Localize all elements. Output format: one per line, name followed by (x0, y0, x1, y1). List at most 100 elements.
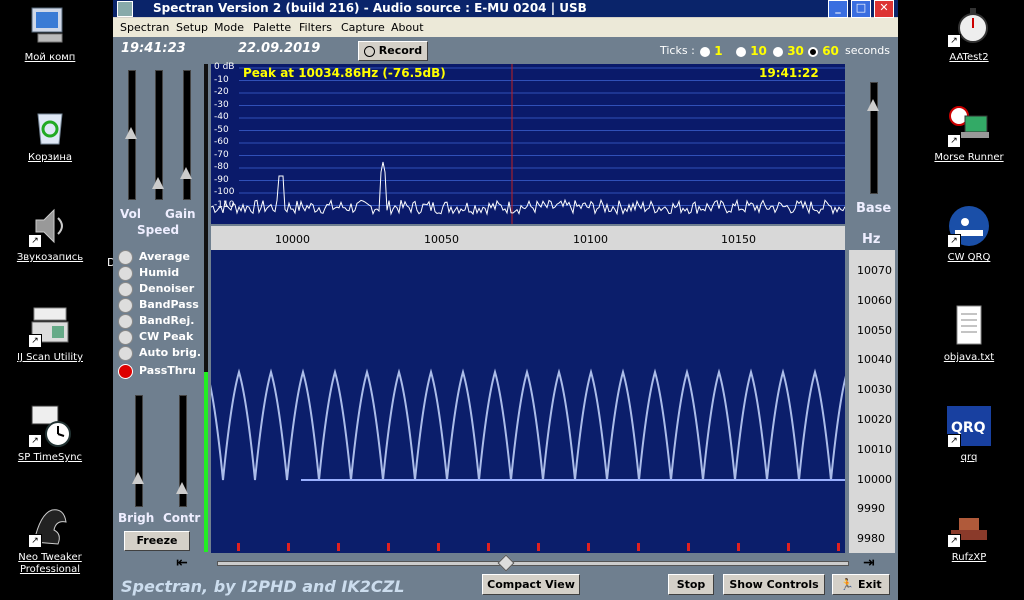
tick-option-1[interactable]: 1 (700, 44, 723, 58)
compact-view-button[interactable]: Compact View (482, 574, 580, 595)
contrast-label: Contr (163, 511, 201, 525)
window-title: Spectran Version 2 (build 216) - Audio s… (153, 1, 587, 15)
base-label: Base (856, 201, 892, 216)
option-average[interactable]: Average (118, 249, 190, 265)
gain-slider[interactable] (180, 70, 192, 200)
stopwatch-icon: ↗ (947, 4, 991, 48)
right-arrow-icon[interactable]: ⇥ (863, 555, 875, 571)
menu-about[interactable]: About (391, 18, 424, 37)
base-slider[interactable] (867, 82, 879, 194)
radio-selected-icon (118, 363, 133, 379)
desktop-icon-neo-tweaker[interactable]: ↗ Neo Tweaker Professional (2, 504, 98, 576)
waterfall-tick-label: 10050 (857, 323, 892, 337)
tick-option-30[interactable]: 30 (773, 44, 804, 58)
time-tick-mark (487, 543, 490, 551)
main-panel: 19:41:23 22.09.2019 Record Ticks : 1 10 … (113, 37, 898, 600)
waterfall-tick-label: 10060 (857, 293, 892, 307)
show-controls-button[interactable]: Show Controls (723, 574, 825, 595)
desktop-icon-label: Neo Tweaker Professional (18, 552, 82, 575)
brightness-slider[interactable] (132, 395, 144, 507)
slider-thumb[interactable] (132, 472, 144, 484)
shortcut-arrow-icon: ↗ (947, 134, 961, 148)
slider-thumb[interactable] (152, 177, 164, 189)
db-tick-label: -20 (214, 87, 229, 97)
menu-capture[interactable]: Capture (341, 18, 385, 37)
title-bar[interactable]: Spectran Version 2 (build 216) - Audio s… (113, 0, 898, 18)
slider-thumb[interactable] (176, 482, 188, 494)
spectrum-display[interactable]: 0 dB -10 -20 -30 -40 -50 -60 -70 -80 -90 -100 -110 … (210, 62, 846, 224)
desktop-icon-recycle-bin[interactable]: Корзина (2, 104, 98, 164)
tick-option-60[interactable]: 60 (808, 44, 839, 58)
option-humid[interactable]: Humid (118, 265, 179, 281)
radio-icon (118, 313, 133, 329)
frequency-scrollbar[interactable] (217, 554, 849, 572)
record-icon (363, 45, 375, 57)
tick-option-10[interactable]: 10 (736, 44, 767, 58)
left-arrow-icon[interactable]: ⇤ (176, 555, 188, 571)
desktop-icon-objava-txt[interactable]: objava.txt (921, 304, 1017, 364)
stop-button[interactable]: Stop (668, 574, 714, 595)
waterfall-tick-label: 10030 (857, 383, 892, 397)
option-cw-peak[interactable]: CW Peak (118, 329, 193, 345)
option-bandrej[interactable]: BandRej. (118, 313, 194, 329)
contrast-slider[interactable] (176, 395, 188, 507)
slider-thumb[interactable] (180, 167, 192, 179)
desktop-icon-ij-scan[interactable]: ↗ IJ Scan Utility (2, 304, 98, 364)
menu-palette[interactable]: Palette (253, 18, 291, 37)
db-tick-label: -110 (214, 199, 235, 210)
desktop-icon-label: qrq (960, 452, 978, 463)
menu-mode[interactable]: Mode (214, 18, 244, 37)
spectrum-graph (210, 64, 846, 224)
maximize-button[interactable]: □ (851, 0, 871, 18)
desktop-icon-label: IJ Scan Utility (17, 352, 83, 363)
scanner-icon: ↗ (28, 304, 72, 348)
slider-thumb[interactable] (125, 127, 137, 139)
time-tick-mark (337, 543, 340, 551)
time-tick-mark (387, 543, 390, 551)
shortcut-arrow-icon: ↗ (28, 234, 42, 248)
desktop-icon-morse-runner[interactable]: ↗ Morse Runner (921, 104, 1017, 164)
desktop-icon-rufzxp[interactable]: ↗ RufzXP (921, 504, 1017, 564)
vol-slider[interactable] (125, 70, 137, 200)
radio-icon (118, 297, 133, 313)
scrollbar-thumb[interactable] (497, 554, 515, 572)
waterfall-display[interactable] (211, 250, 845, 553)
waterfall-tick-label: 10040 (857, 353, 892, 367)
qrq-icon: QRQ ↗ (947, 404, 991, 448)
record-button[interactable]: Record (358, 41, 428, 61)
menu-setup[interactable]: Setup (176, 18, 208, 37)
waterfall-frequency-scale: 10070 10060 10050 10040 10030 10020 10010 10000… (849, 250, 895, 553)
frequency-axis: 10000 10050 10100 10150 (211, 226, 845, 250)
minimize-button[interactable]: _ (828, 0, 848, 18)
desktop-icon-cw-qrq[interactable]: ↗ CW QRQ (921, 204, 1017, 264)
speed-slider[interactable] (152, 70, 164, 200)
desktop-icon-sp-timesync[interactable]: ↗ SP TimeSync (2, 404, 98, 464)
shortcut-arrow-icon: ↗ (28, 334, 42, 348)
desktop-icon-label: Morse Runner (934, 152, 1004, 163)
menu-filters[interactable]: Filters (299, 18, 332, 37)
option-denoiser[interactable]: Denoiser (118, 281, 194, 297)
desktop-icon-aatest2[interactable]: ↗ AATest2 (921, 4, 1017, 64)
close-button[interactable]: ✕ (874, 0, 894, 18)
radio-icon (118, 265, 133, 281)
laptop-icon: ↗ (947, 104, 991, 148)
slider-thumb[interactable] (867, 99, 879, 111)
clock-icon: ↗ (28, 404, 72, 448)
freq-tick-label: 10150 (721, 233, 756, 246)
freq-tick-label: 10000 (275, 233, 310, 246)
time-tick-mark (287, 543, 290, 551)
desktop-icon-my-computer[interactable]: Мой комп (2, 4, 98, 64)
desktop-icon-qrq[interactable]: QRQ ↗ qrq (921, 404, 1017, 464)
radio-icon (118, 345, 133, 361)
freeze-button[interactable]: Freeze (124, 531, 190, 551)
desktop-icon-sound-recorder[interactable]: ↗ Звукозапись (2, 204, 98, 264)
shortcut-arrow-icon: ↗ (28, 534, 42, 548)
exit-button[interactable]: 🏃 Exit (832, 574, 890, 595)
menu-spectran[interactable]: Spectran (120, 18, 169, 37)
time-tick-mark (637, 543, 640, 551)
spectrum-grid (239, 67, 845, 206)
option-auto-brig[interactable]: Auto brig. (118, 345, 201, 361)
clock-display: 19:41:23 (121, 41, 186, 56)
option-bandpass[interactable]: BandPass (118, 297, 199, 313)
option-passthru[interactable]: PassThru (118, 363, 196, 379)
